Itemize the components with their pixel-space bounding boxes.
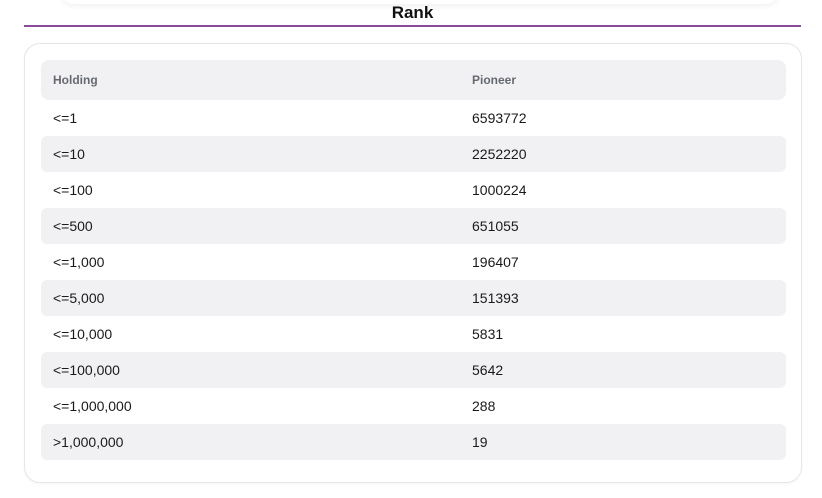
pioneer-cell: 1000224 — [472, 182, 527, 198]
holding-cell: <=10 — [53, 146, 85, 162]
section-header: Rank — [24, 0, 801, 27]
holding-cell: <=1,000,000 — [53, 398, 132, 414]
table-row: <=1 6593772 — [41, 100, 786, 136]
pioneer-cell: 288 — [472, 398, 496, 414]
holding-cell: <=1 — [53, 110, 78, 126]
rank-table: Holding Pioneer <=1 6593772 <=10 2252220… — [41, 60, 786, 460]
table-row: <=5,000 151393 — [41, 280, 786, 316]
column-header-pioneer: Pioneer — [472, 73, 517, 87]
holding-cell: <=100 — [53, 182, 93, 198]
table-row: <=10 2252220 — [41, 136, 786, 172]
holding-cell: <=100,000 — [53, 362, 120, 378]
pioneer-cell: 651055 — [472, 218, 519, 234]
table-row: <=1,000 196407 — [41, 244, 786, 280]
section-title: Rank — [391, 3, 434, 22]
pioneer-cell: 5831 — [472, 326, 504, 342]
holding-cell: <=5,000 — [53, 290, 105, 306]
table-row: <=100 1000224 — [41, 172, 786, 208]
pioneer-cell: 6593772 — [472, 110, 527, 126]
table-row: <=500 651055 — [41, 208, 786, 244]
holding-cell: >1,000,000 — [53, 434, 124, 450]
table-header-row: Holding Pioneer — [41, 60, 786, 100]
column-header-holding: Holding — [53, 73, 98, 87]
holding-cell: <=1,000 — [53, 254, 105, 270]
holding-cell: <=500 — [53, 218, 93, 234]
pioneer-cell: 2252220 — [472, 146, 527, 162]
table-row: <=100,000 5642 — [41, 352, 786, 388]
pioneer-cell: 5642 — [472, 362, 504, 378]
holding-cell: <=10,000 — [53, 326, 113, 342]
rank-table-card: Holding Pioneer <=1 6593772 <=10 2252220… — [24, 43, 802, 483]
pioneer-cell: 151393 — [472, 290, 519, 306]
table-row: >1,000,000 19 — [41, 424, 786, 460]
pioneer-cell: 196407 — [472, 254, 519, 270]
table-row: <=1,000,000 288 — [41, 388, 786, 424]
pioneer-cell: 19 — [472, 434, 488, 450]
table-row: <=10,000 5831 — [41, 316, 786, 352]
